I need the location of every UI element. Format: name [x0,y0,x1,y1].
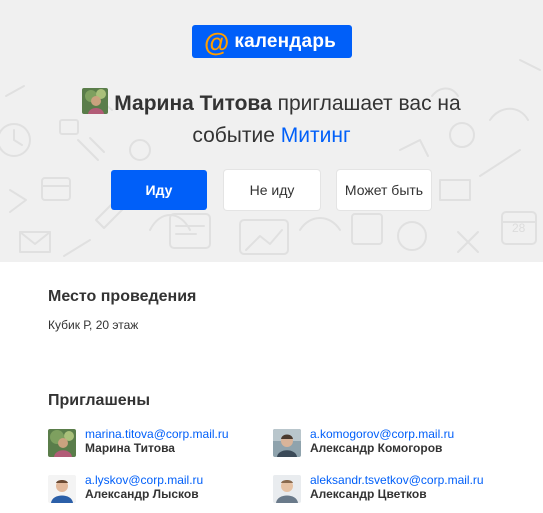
maybe-button[interactable]: Может быть [337,170,431,210]
at-sign-icon: @ [204,26,230,57]
invitee-name: Александр Комогоров [310,441,443,455]
logo-wordmark: календарь [234,30,337,52]
invitee-name: Александр Цветков [310,487,427,501]
invitee-email-link[interactable]: a.lyskov@corp.mail.ru [85,473,203,487]
avatar [48,475,76,503]
invitees-title: Приглашены [48,392,150,409]
invitee-item: marina.titova@corp.mail.ru Марина Титова [48,427,229,457]
host-name: Марина Титова [114,92,272,115]
location-value: Кубик Р, 20 этаж [48,318,139,332]
location-title: Место проведения [48,288,197,305]
invitee-email-link[interactable]: a.komogorov@corp.mail.ru [310,427,454,441]
invitee-email-link[interactable]: marina.titova@corp.mail.ru [85,427,229,441]
calendar-logo[interactable]: @ календарь [192,25,352,58]
invitee-name: Александр Лысков [85,487,199,501]
host-avatar [82,88,109,114]
invitee-item: aleksandr.tsvetkov@corp.mail.ru Александ… [273,473,484,503]
avatar [273,429,301,457]
invitee-item: a.lyskov@corp.mail.ru Александр Лысков [48,473,203,503]
avatar [48,429,76,457]
invitee-item: a.komogorov@corp.mail.ru Александр Комог… [273,427,454,457]
accept-button[interactable]: Иду [111,170,207,210]
event-name-link[interactable]: Митинг [281,124,351,147]
decline-button[interactable]: Не иду [224,170,320,210]
invitee-email-link[interactable]: aleksandr.tsvetkov@corp.mail.ru [310,473,484,487]
avatar [273,475,301,503]
invitee-name: Марина Титова [85,441,175,455]
invitation-headline: Марина Титова приглашает вас на событие … [0,88,543,152]
invitation-header: 28 @ календарь Марина Титова приглашает … [0,0,543,262]
invite-text: приглашает вас на [277,92,461,115]
svg-text:28: 28 [512,221,526,235]
event-prefix: событие [192,124,275,147]
